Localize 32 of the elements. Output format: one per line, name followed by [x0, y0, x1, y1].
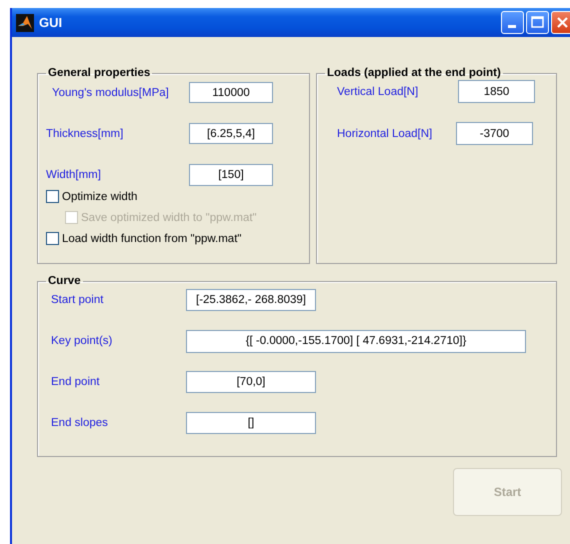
minimize-button[interactable] — [501, 11, 524, 34]
checkbox-label: Load width function from "ppw.mat" — [62, 232, 242, 244]
input-field[interactable]: {[ -0.0000,-155.1700] [ 47.6931,-214.2710]} — [186, 330, 526, 352]
panel-title: Loads (applied at the end point) — [326, 67, 502, 79]
input-field[interactable]: [150] — [189, 164, 273, 186]
input-field[interactable]: 110000 — [189, 82, 273, 103]
field-label: Horizontal Load[N] — [337, 128, 432, 140]
field-label: Width[mm] — [46, 168, 101, 180]
field-label: Young's modulus[MPa] — [52, 86, 169, 98]
app-icon — [16, 14, 34, 32]
input-field[interactable]: [70,0] — [186, 371, 316, 393]
checkbox-label: Save optimized width to "ppw.mat" — [81, 212, 257, 224]
input-field[interactable]: [] — [186, 412, 316, 434]
maximize-button[interactable] — [526, 11, 549, 34]
panel-title: Curve — [47, 275, 82, 287]
minimize-icon — [508, 25, 516, 28]
checkbox-label: Optimize width — [62, 190, 138, 202]
field-label: End slopes — [50, 417, 109, 429]
window-title: GUI — [39, 15, 62, 30]
input-field[interactable]: -3700 — [456, 122, 533, 145]
field-label: Start point — [50, 294, 104, 306]
input-field[interactable]: 1850 — [458, 80, 535, 103]
field-label: Key point(s) — [50, 335, 114, 347]
field-label: Thickness[mm] — [46, 128, 124, 140]
checkbox[interactable] — [46, 232, 59, 245]
input-field[interactable]: [-25.3862,- 268.8039] — [186, 289, 316, 311]
field-label: Vertical Load[N] — [337, 86, 418, 98]
input-field[interactable]: [6.25,5,4] — [189, 123, 273, 144]
checkbox[interactable] — [46, 190, 59, 203]
field-label: End point — [50, 376, 101, 388]
panel-title: General properties — [47, 67, 152, 79]
close-button[interactable] — [551, 11, 570, 34]
